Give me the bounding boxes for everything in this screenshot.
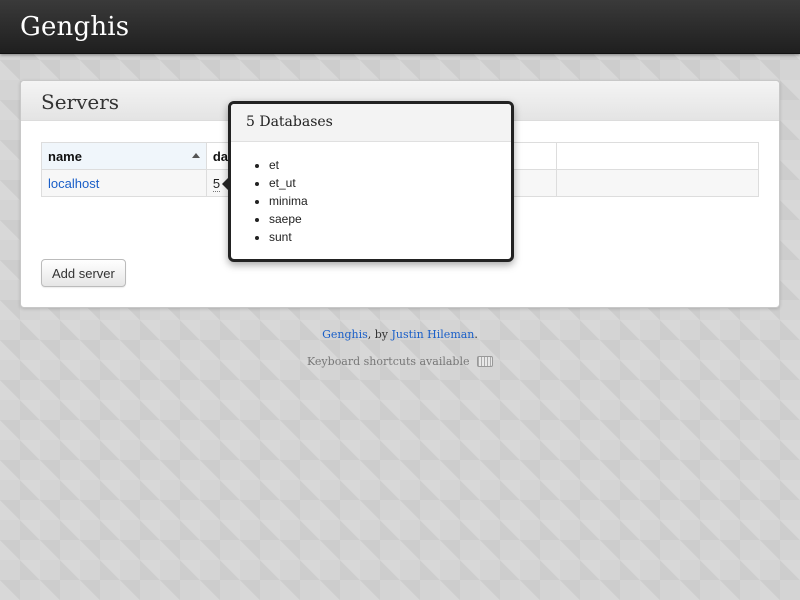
database-list: et et_ut minima saepe sunt: [231, 142, 511, 246]
footer-by-text: , by: [367, 328, 392, 341]
list-item: et: [269, 156, 511, 174]
top-navbar: Genghis: [0, 0, 800, 54]
database-count[interactable]: 5: [212, 175, 221, 192]
server-name-cell: localhost: [41, 169, 207, 197]
list-item: et_ut: [269, 174, 511, 192]
footer-end-text: .: [474, 328, 478, 341]
footer-author-link[interactable]: Justin Hileman: [392, 328, 475, 341]
list-item: sunt: [269, 228, 511, 246]
brand-logo[interactable]: Genghis: [20, 12, 129, 42]
list-item: minima: [269, 192, 511, 210]
footer-credit: Genghis, by Justin Hileman.: [0, 328, 800, 341]
server-actions-cell: [556, 169, 759, 197]
add-server-button[interactable]: Add server: [41, 259, 126, 287]
keyboard-icon: [477, 356, 493, 367]
column-header-empty: [556, 142, 759, 170]
popover-arrow: [222, 178, 228, 190]
server-link-localhost[interactable]: localhost: [48, 176, 99, 191]
shortcuts-text: Keyboard shortcuts available: [307, 355, 470, 368]
sort-ascending-icon: [191, 153, 200, 158]
footer-app-link[interactable]: Genghis: [322, 328, 368, 341]
keyboard-shortcuts-notice[interactable]: Keyboard shortcuts available: [0, 355, 800, 368]
column-header-name-label: name: [48, 148, 82, 164]
databases-popover: 5 Databases et et_ut minima saepe sunt: [222, 101, 514, 262]
popover-title: 5 Databases: [231, 104, 511, 142]
list-item: saepe: [269, 210, 511, 228]
column-header-name[interactable]: name: [41, 142, 207, 170]
